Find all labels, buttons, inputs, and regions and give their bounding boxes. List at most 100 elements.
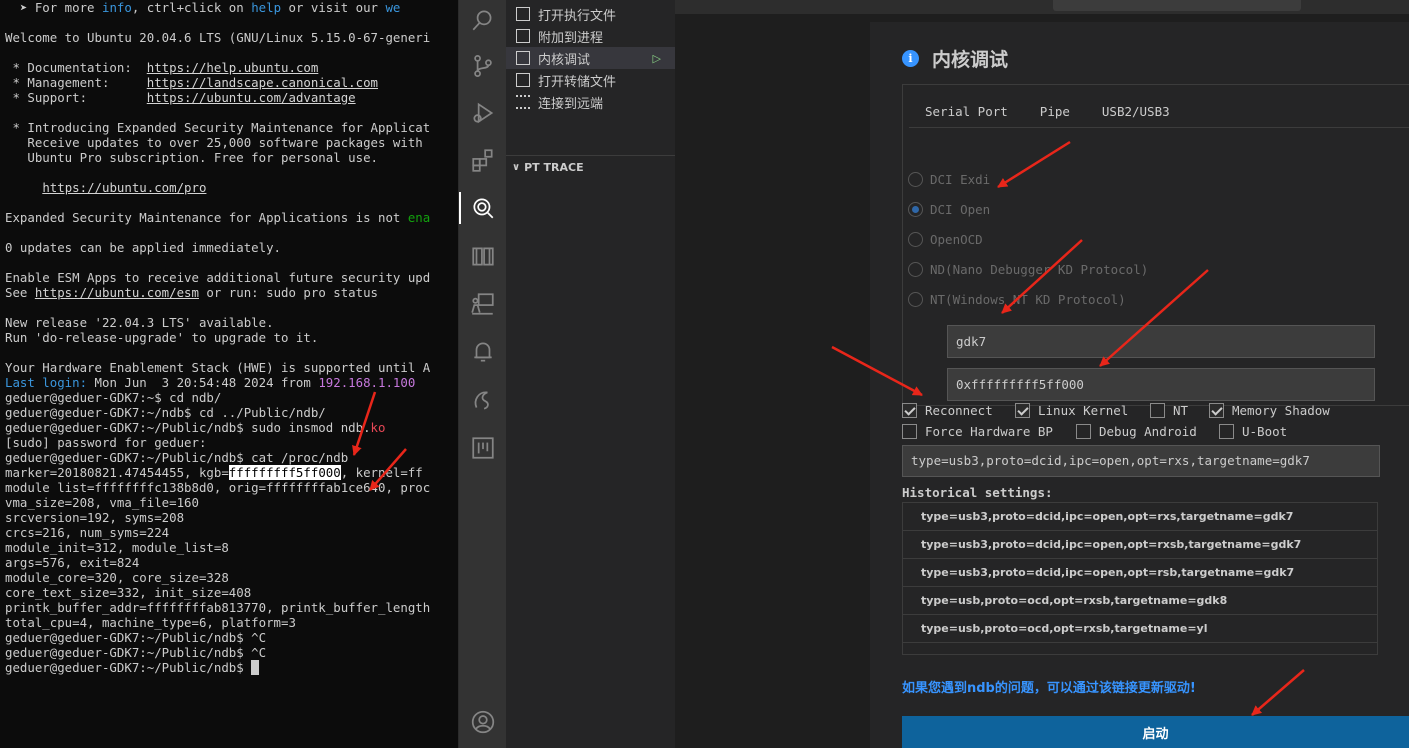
terminal-link[interactable]: https://landscape.canonical.com bbox=[147, 75, 378, 90]
radio-openocd[interactable]: OpenOCD bbox=[908, 229, 983, 249]
checkbox-label: Linux Kernel bbox=[1038, 402, 1129, 418]
terminal-text: Ubuntu Pro subscription. Free for person… bbox=[5, 150, 378, 165]
connection-tabs-box: Serial Port Pipe USB2/USB3 DCI Exdi DCI … bbox=[902, 84, 1409, 406]
terminal-link[interactable]: https://help.ubuntu.com bbox=[147, 60, 319, 75]
page-title: 内核调试 bbox=[932, 48, 1009, 71]
sidebar-item-connect-remote[interactable]: 连接到远端 bbox=[506, 91, 675, 113]
sidebar-item-attach-process[interactable]: 附加到进程 bbox=[506, 25, 675, 47]
activity-bar bbox=[459, 0, 506, 748]
dragon-icon[interactable] bbox=[459, 380, 506, 420]
terminal-link[interactable]: https://ubuntu.com/esm bbox=[35, 285, 199, 300]
history-list[interactable]: type=usb3,proto=dcid,ipc=open,opt=rxs,ta… bbox=[902, 502, 1378, 655]
terminal-text: geduer@geduer-GDK7:~/Public/ndb$ cat /pr… bbox=[5, 450, 349, 465]
checkbox-debug-android[interactable]: Debug Android bbox=[1076, 421, 1197, 441]
tab-usb[interactable]: USB2/USB3 bbox=[1085, 97, 1186, 128]
terminal-text: Last login: bbox=[5, 375, 88, 390]
checkbox-box[interactable] bbox=[1015, 402, 1030, 418]
radio-dci-open[interactable]: DCI Open bbox=[908, 199, 990, 219]
terminal-link[interactable]: https://ubuntu.com/advantage bbox=[147, 90, 356, 105]
dump-icon bbox=[516, 73, 530, 87]
sidebar-item-label: 连接到远端 bbox=[538, 96, 604, 112]
checkbox-nt[interactable]: NT bbox=[1150, 400, 1188, 420]
terminal-text: * Support: bbox=[5, 90, 147, 105]
source-control-icon[interactable] bbox=[459, 46, 506, 86]
checkbox-box[interactable] bbox=[1209, 402, 1224, 418]
radio-nt[interactable]: NT(Windows NT KD Protocol) bbox=[908, 289, 1126, 309]
tab-serial-port[interactable]: Serial Port bbox=[909, 97, 1024, 127]
radio-circle[interactable] bbox=[908, 261, 923, 277]
terminal-text: , kernel=ff bbox=[340, 465, 423, 480]
list-item[interactable]: type=usb3,proto=dcid,ipc=open,opt=rxsb,t… bbox=[903, 531, 1377, 559]
sidebar-item-open-executable[interactable]: 打开执行文件 bbox=[506, 3, 675, 25]
radio-label: ND(Nano Debugger KD Protocol) bbox=[930, 261, 1149, 277]
kernel-icon bbox=[516, 51, 530, 65]
terminal-text: Welcome to Ubuntu 20.04.6 LTS (GNU/Linux… bbox=[5, 30, 431, 45]
command-center[interactable] bbox=[1053, 0, 1301, 11]
radio-circle[interactable] bbox=[908, 201, 923, 217]
bell-icon[interactable] bbox=[459, 332, 506, 372]
terminal-text: module_init=312, module_list=8 bbox=[5, 540, 229, 555]
terminal-text: srcversion=192, syms=208 bbox=[5, 510, 185, 525]
list-item[interactable]: type=usb3,proto=dcid,ipc=open,opt=rsb,ta… bbox=[903, 559, 1377, 587]
presentation-icon[interactable] bbox=[459, 284, 506, 324]
checkbox-box[interactable] bbox=[902, 402, 917, 418]
terminal-text: See bbox=[5, 285, 35, 300]
terminal-output: ➤ For more info, ctrl+click on help or v… bbox=[5, 0, 430, 675]
terminal-pane[interactable]: ➤ For more info, ctrl+click on help or v… bbox=[0, 0, 459, 748]
list-item[interactable]: type=usb,proto=ocd,opt=rxsb,targetname=g… bbox=[903, 587, 1377, 615]
sidebar-item-open-dump[interactable]: 打开转储文件 bbox=[506, 69, 675, 91]
checkbox-reconnect[interactable]: Reconnect bbox=[902, 400, 993, 420]
checkbox-force-hardware-bp[interactable]: Force Hardware BP bbox=[902, 421, 1053, 441]
remote-icon bbox=[516, 95, 530, 109]
checkbox-box[interactable] bbox=[1076, 423, 1091, 439]
radio-circle[interactable] bbox=[908, 291, 923, 307]
sidebar-item-kernel-debug[interactable]: 内核调试 ▷ bbox=[506, 47, 675, 69]
search-icon[interactable] bbox=[459, 0, 506, 40]
terminal-line: geduer@geduer-GDK7:~/ndb$ cd ../Public/n… bbox=[5, 405, 430, 420]
tab-divider bbox=[909, 127, 1409, 128]
target-name-input[interactable]: gdk7 bbox=[947, 325, 1375, 358]
terminal-text: Your Hardware Enablement Stack (HWE) is … bbox=[5, 360, 431, 375]
process-icon bbox=[516, 29, 530, 43]
pt-trace-section-header[interactable]: ∨ PT TRACE bbox=[506, 155, 675, 178]
checkbox-u-boot[interactable]: U-Boot bbox=[1219, 421, 1287, 441]
account-icon[interactable] bbox=[459, 702, 506, 742]
book-icon[interactable] bbox=[459, 236, 506, 276]
tab-pipe[interactable]: Pipe bbox=[1024, 97, 1086, 127]
terminal-line: Welcome to Ubuntu 20.04.6 LTS (GNU/Linux… bbox=[5, 30, 430, 45]
address-input[interactable]: 0xfffffffff5ff000 bbox=[947, 368, 1375, 401]
terminal-text: or visit our bbox=[281, 0, 386, 15]
terminal-text: help bbox=[251, 0, 282, 15]
terminal-text: geduer@geduer-GDK7:~$ cd ndb/ bbox=[5, 390, 222, 405]
checkbox-memory-shadow[interactable]: Memory Shadow bbox=[1209, 400, 1330, 420]
terminal-line: args=576, exit=824 bbox=[5, 555, 430, 570]
checkbox-box[interactable] bbox=[1219, 423, 1234, 439]
connection-string-input[interactable]: type=usb3,proto=dcid,ipc=open,opt=rxs,ta… bbox=[902, 445, 1380, 477]
terminal-line: srcversion=192, syms=208 bbox=[5, 510, 430, 525]
start-button[interactable]: 启动 bbox=[902, 716, 1409, 748]
terminal-text: module_core=320, core_size=328 bbox=[5, 570, 229, 585]
extensions-icon[interactable] bbox=[459, 140, 506, 180]
ndb-debug-icon[interactable] bbox=[459, 188, 506, 228]
radio-circle[interactable] bbox=[908, 171, 923, 187]
sidebar-item-label: 附加到进程 bbox=[538, 30, 604, 46]
driver-update-link[interactable]: 如果您遇到ndb的问题，可以通过该链接更新驱动! bbox=[902, 677, 1196, 696]
terminal-text: Run 'do-release-upgrade' to upgrade to i… bbox=[5, 330, 319, 345]
checkbox-linux-kernel[interactable]: Linux Kernel bbox=[1015, 400, 1128, 420]
checkbox-box[interactable] bbox=[902, 423, 917, 439]
run-debug-icon[interactable] bbox=[459, 93, 506, 133]
radio-circle[interactable] bbox=[908, 231, 923, 247]
list-item[interactable]: type=usb3,proto=dcid,ipc=open,opt=rxs,ta… bbox=[903, 503, 1377, 531]
list-item[interactable]: type=usb,proto=ocd,opt=rxsb,targetname=y… bbox=[903, 615, 1377, 643]
checkbox-box[interactable] bbox=[1150, 402, 1165, 418]
kanban-icon[interactable] bbox=[459, 428, 506, 468]
terminal-text: printk_buffer_addr=ffffffffab813770, pri… bbox=[5, 600, 431, 615]
radio-nd[interactable]: ND(Nano Debugger KD Protocol) bbox=[908, 259, 1148, 279]
terminal-link[interactable]: https://ubuntu.com/pro bbox=[42, 180, 206, 195]
run-icon[interactable]: ▷ bbox=[653, 52, 661, 65]
terminal-text: * Management: bbox=[5, 75, 147, 90]
checkbox-label: U-Boot bbox=[1242, 423, 1288, 439]
radio-dci-exdi[interactable]: DCI Exdi bbox=[908, 169, 990, 189]
